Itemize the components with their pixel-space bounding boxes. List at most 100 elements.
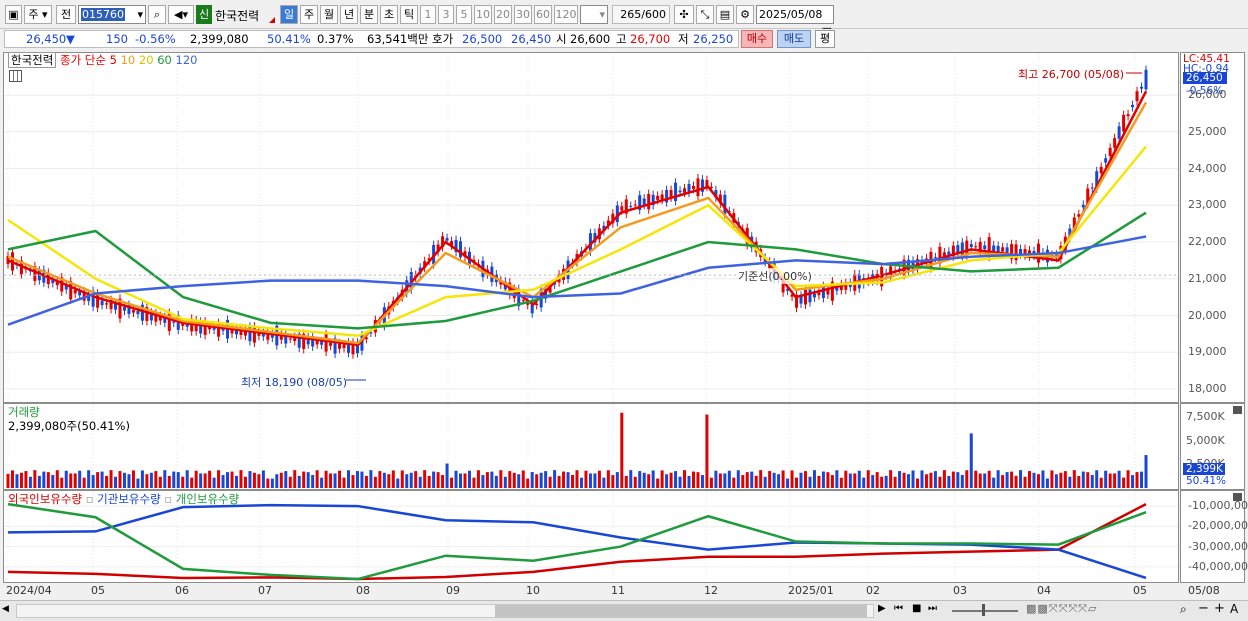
volume-bar (1032, 472, 1036, 488)
candle-body (803, 289, 807, 305)
x-tick-label: 11 (611, 584, 625, 597)
volume-bar (423, 470, 427, 488)
volume-bar (311, 475, 315, 488)
legend-individual[interactable]: 개인보유수량 (176, 492, 239, 506)
volume-bar (24, 471, 28, 488)
volume-bar (252, 472, 256, 488)
volume-bar (82, 477, 86, 488)
volume-bar (853, 473, 857, 488)
candle-body (969, 244, 973, 248)
volume-bar (351, 475, 355, 488)
volume-bar (696, 472, 700, 488)
stop-button[interactable]: ■ (912, 603, 921, 614)
candle-body (1108, 147, 1112, 157)
volume-bar (163, 470, 167, 488)
volume-bar (933, 471, 937, 488)
volume-bar (333, 473, 337, 488)
volume-bar (544, 471, 548, 488)
volume-bar (620, 412, 624, 488)
volume-bar (718, 473, 722, 488)
volume-bar (432, 471, 436, 488)
search-zoom-icon[interactable]: ⌕ (1180, 602, 1187, 617)
volume-bar (871, 475, 875, 488)
holdings-close-icon[interactable] (1233, 493, 1242, 501)
candle-body (1001, 247, 1005, 252)
legend-ma120[interactable]: 120 (176, 53, 198, 67)
volume-bar (436, 472, 440, 488)
volume-bar (1001, 475, 1005, 488)
legend-ma5[interactable]: 5 (110, 53, 117, 67)
volume-bar (741, 475, 745, 488)
volume-bar (1063, 471, 1067, 488)
volume-bar (839, 477, 843, 488)
volume-bar (347, 470, 351, 488)
volume-bar (539, 472, 543, 488)
volume-bar (51, 475, 55, 488)
volume-bar (176, 472, 180, 488)
candle-body (1131, 104, 1135, 108)
volume-bar (338, 470, 342, 488)
volume-bar (916, 478, 920, 488)
candle-body (691, 185, 695, 189)
volume-bar (754, 475, 758, 488)
chart-canvas (4, 53, 1178, 582)
first-button[interactable]: ⏮ (894, 603, 903, 614)
legend-ma10[interactable]: 10 (121, 53, 136, 67)
font-size-icon[interactable]: A (1230, 602, 1238, 616)
volume-bar (499, 470, 503, 488)
zoom-slider[interactable] (952, 610, 1018, 612)
scroll-thumb[interactable] (495, 605, 867, 617)
price-tick-label: 24,000 (1188, 161, 1227, 175)
bottom-bar: ◀ ▶ ⏮ ■ ⏭ ▩▩⤧⤧⤧⤧▱ ⌕ − + A (0, 600, 1248, 621)
volume-bar (705, 414, 709, 488)
zoom-out-icon[interactable]: − (1198, 601, 1209, 616)
zoom-slider-thumb[interactable] (982, 604, 985, 616)
x-tick-label: 08 (356, 584, 370, 597)
volume-bar (1090, 474, 1094, 488)
volume-close-icon[interactable] (1233, 406, 1242, 414)
volume-bar (759, 470, 763, 488)
legend-institution[interactable]: 기관보유수량 (97, 492, 160, 506)
legend-ma20[interactable]: 20 (139, 53, 154, 67)
candle-body (131, 309, 135, 313)
legend-stock-name[interactable]: 한국전력 (8, 52, 57, 68)
volume-bar (490, 471, 494, 488)
candle-body (678, 190, 682, 193)
legend-ma60[interactable]: 60 (157, 53, 172, 67)
candle-body (172, 321, 176, 323)
volume-bar (1081, 471, 1085, 488)
volume-bar (405, 474, 409, 488)
volume-bar (73, 473, 77, 488)
candle-body (445, 238, 449, 241)
grid-toggle-icon[interactable] (9, 70, 22, 82)
legend-foreign[interactable]: 외국인보유수량 (8, 492, 82, 506)
scroll-left-button[interactable]: ◀ (2, 604, 14, 618)
volume-bar (10, 470, 14, 488)
volume-bar (508, 471, 512, 488)
volume-bar (790, 470, 794, 488)
tool-icons[interactable]: ▩▩⤧⤧⤧⤧▱ (1026, 602, 1097, 616)
volume-bar (678, 476, 682, 488)
volume-bar (476, 470, 480, 488)
volume-bar (315, 470, 319, 488)
last-button[interactable]: ⏭ (928, 603, 937, 614)
candle-body (620, 206, 624, 211)
volume-bar (19, 472, 23, 488)
candle-body (1135, 91, 1139, 102)
volume-bar (526, 478, 530, 488)
volume-bar (355, 471, 359, 488)
zoom-in-icon[interactable]: + (1214, 601, 1225, 616)
volume-bar (185, 470, 189, 488)
volume-bar (548, 476, 552, 488)
volume-bar (467, 470, 471, 488)
volume-bar (517, 474, 521, 488)
ma10-line (7, 101, 1148, 345)
volume-bar (221, 475, 225, 488)
volume-bar (485, 472, 489, 488)
candle-body (821, 286, 825, 299)
volume-bar (257, 474, 261, 488)
volume-bar (920, 470, 924, 488)
scroll-right-button[interactable]: ▶ (878, 603, 886, 614)
volume-bar (575, 470, 579, 488)
volume-bar (674, 471, 678, 488)
